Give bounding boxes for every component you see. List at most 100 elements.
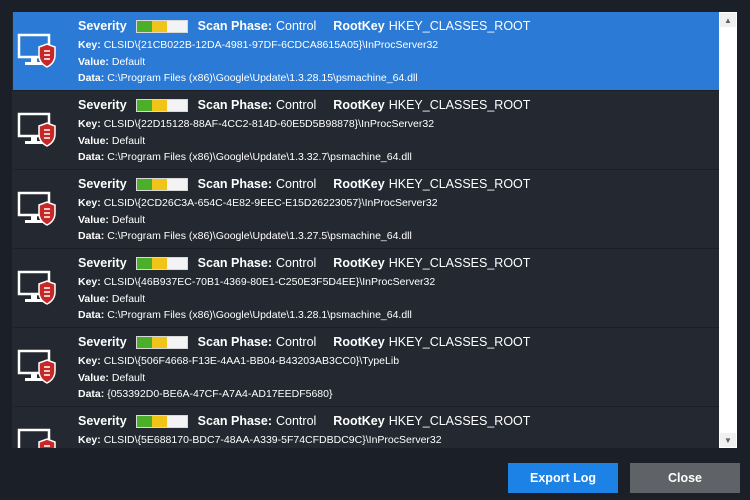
key-line: Key: CLSID\{46B937EC-70B1-4369-80E1-C250… xyxy=(78,276,435,288)
scroll-up-arrow-icon[interactable]: ▲ xyxy=(720,13,736,27)
monitor-shield-icon xyxy=(17,426,57,448)
key-label: Key: xyxy=(78,276,101,288)
monitor-shield-icon xyxy=(17,189,57,229)
value-line: Value: Default xyxy=(78,135,145,147)
scan-phase-label: Scan Phase: xyxy=(197,256,272,270)
close-button[interactable]: Close xyxy=(630,463,740,493)
scan-phase-value: Control xyxy=(276,414,317,428)
key-label: Key: xyxy=(78,434,101,446)
list-item[interactable]: Severity Scan Phase: Control RootKey HKE… xyxy=(13,12,719,91)
data-label: Data: xyxy=(78,72,105,84)
severity-label: Severity xyxy=(78,98,127,112)
severity-meter xyxy=(135,19,188,33)
severity-meter xyxy=(135,335,188,349)
root-key-value: HKEY_CLASSES_ROOT xyxy=(388,256,531,270)
root-key-value: HKEY_CLASSES_ROOT xyxy=(388,98,531,112)
root-key-label: RootKey xyxy=(333,256,385,270)
data-label: Data: xyxy=(78,309,105,321)
key-value: CLSID\{506F4668-F13E-4AA1-BB04-B43203AB3… xyxy=(103,355,400,367)
key-line: Key: CLSID\{2CD26C3A-654C-4E82-9EEC-E15D… xyxy=(78,197,438,209)
value-value: Default xyxy=(111,214,146,226)
monitor-shield-icon xyxy=(17,31,57,71)
data-label: Data: xyxy=(78,151,105,163)
root-key-value: HKEY_CLASSES_ROOT xyxy=(388,177,531,191)
severity-label: Severity xyxy=(78,335,127,349)
root-key-label: RootKey xyxy=(333,19,385,33)
value-line: Value: Default xyxy=(78,56,145,68)
key-label: Key: xyxy=(78,355,101,367)
scan-phase-value: Control xyxy=(276,256,317,270)
key-label: Key: xyxy=(78,197,101,209)
scan-phase-value: Control xyxy=(276,177,317,191)
scan-phase-label: Scan Phase: xyxy=(197,335,272,349)
registry-items-list[interactable]: Severity Scan Phase: Control RootKey HKE… xyxy=(12,12,719,448)
root-key-value: HKEY_CLASSES_ROOT xyxy=(388,335,531,349)
root-key-value: HKEY_CLASSES_ROOT xyxy=(388,19,531,33)
value-line: Value: Default xyxy=(78,214,145,226)
root-key-label: RootKey xyxy=(333,98,385,112)
value-label: Value: xyxy=(78,214,109,226)
item-header: Severity Scan Phase: Control RootKey HKE… xyxy=(78,175,530,193)
severity-meter xyxy=(135,98,188,112)
key-value: CLSID\{21CB022B-12DA-4981-97DF-6CDCA8615… xyxy=(103,39,439,51)
severity-meter xyxy=(135,256,188,270)
scan-phase-value: Control xyxy=(276,19,317,33)
severity-label: Severity xyxy=(78,19,127,33)
root-key-label: RootKey xyxy=(333,335,385,349)
data-line: Data: C:\Program Files (x86)\Google\Upda… xyxy=(78,151,412,163)
root-key-value: HKEY_CLASSES_ROOT xyxy=(388,414,531,428)
monitor-shield-icon xyxy=(17,110,57,150)
data-line: Data: C:\Program Files (x86)\Google\Upda… xyxy=(78,72,418,84)
list-item[interactable]: Severity Scan Phase: Control RootKey HKE… xyxy=(13,407,719,448)
scan-phase-value: Control xyxy=(276,98,317,112)
data-value: C:\Program Files (x86)\Google\Update\1.3… xyxy=(107,72,418,84)
scroll-down-arrow-icon[interactable]: ▼ xyxy=(720,433,736,447)
value-label: Value: xyxy=(78,293,109,305)
value-value: Default xyxy=(111,372,146,384)
item-header: Severity Scan Phase: Control RootKey HKE… xyxy=(78,96,530,114)
scan-phase-label: Scan Phase: xyxy=(197,19,272,33)
value-line: Value: Default xyxy=(78,372,145,384)
key-line: Key: CLSID\{5E688170-BDC7-48AA-A339-5F74… xyxy=(78,434,442,446)
list-item[interactable]: Severity Scan Phase: Control RootKey HKE… xyxy=(13,328,719,407)
severity-label: Severity xyxy=(78,177,127,191)
key-value: CLSID\{5E688170-BDC7-48AA-A339-5F74CFDBD… xyxy=(103,434,442,446)
data-value: C:\Program Files (x86)\Google\Update\1.3… xyxy=(107,309,412,321)
list-item[interactable]: Severity Scan Phase: Control RootKey HKE… xyxy=(13,91,719,170)
list-item[interactable]: Severity Scan Phase: Control RootKey HKE… xyxy=(13,249,719,328)
list-item[interactable]: Severity Scan Phase: Control RootKey HKE… xyxy=(13,170,719,249)
monitor-shield-icon xyxy=(17,347,57,387)
severity-meter xyxy=(135,414,188,428)
item-header: Severity Scan Phase: Control RootKey HKE… xyxy=(78,254,530,272)
value-label: Value: xyxy=(78,56,109,68)
item-header: Severity Scan Phase: Control RootKey HKE… xyxy=(78,333,530,351)
vertical-scrollbar[interactable]: ▲ ▼ xyxy=(719,12,737,448)
data-label: Data: xyxy=(78,230,105,242)
results-panel: Severity Scan Phase: Control RootKey HKE… xyxy=(12,12,737,448)
key-value: CLSID\{2CD26C3A-654C-4E82-9EEC-E15D26223… xyxy=(103,197,438,209)
data-line: Data: {053392D0-BE6A-47CF-A7A4-AD17EEDF5… xyxy=(78,388,333,400)
scan-phase-label: Scan Phase: xyxy=(197,414,272,428)
data-value: C:\Program Files (x86)\Google\Update\1.3… xyxy=(107,151,412,163)
scrollbar-thumb[interactable] xyxy=(721,30,735,430)
scan-phase-label: Scan Phase: xyxy=(197,98,272,112)
item-header: Severity Scan Phase: Control RootKey HKE… xyxy=(78,412,530,430)
data-label: Data: xyxy=(78,388,105,400)
data-line: Data: C:\Program Files (x86)\Google\Upda… xyxy=(78,230,412,242)
key-label: Key: xyxy=(78,118,101,130)
dialog-footer: Export Log Close xyxy=(0,460,750,500)
value-value: Default xyxy=(111,56,146,68)
scan-phase-label: Scan Phase: xyxy=(197,177,272,191)
key-line: Key: CLSID\{21CB022B-12DA-4981-97DF-6CDC… xyxy=(78,39,438,51)
severity-meter xyxy=(135,177,188,191)
value-value: Default xyxy=(111,293,146,305)
value-label: Value: xyxy=(78,135,109,147)
monitor-shield-icon xyxy=(17,268,57,308)
scan-phase-value: Control xyxy=(276,335,317,349)
key-line: Key: CLSID\{22D15128-88AF-4CC2-814D-60E5… xyxy=(78,118,434,130)
severity-label: Severity xyxy=(78,414,127,428)
export-log-button[interactable]: Export Log xyxy=(508,463,618,493)
key-value: CLSID\{22D15128-88AF-4CC2-814D-60E5D5B98… xyxy=(103,118,435,130)
value-line: Value: Default xyxy=(78,293,145,305)
key-line: Key: CLSID\{506F4668-F13E-4AA1-BB04-B432… xyxy=(78,355,399,367)
